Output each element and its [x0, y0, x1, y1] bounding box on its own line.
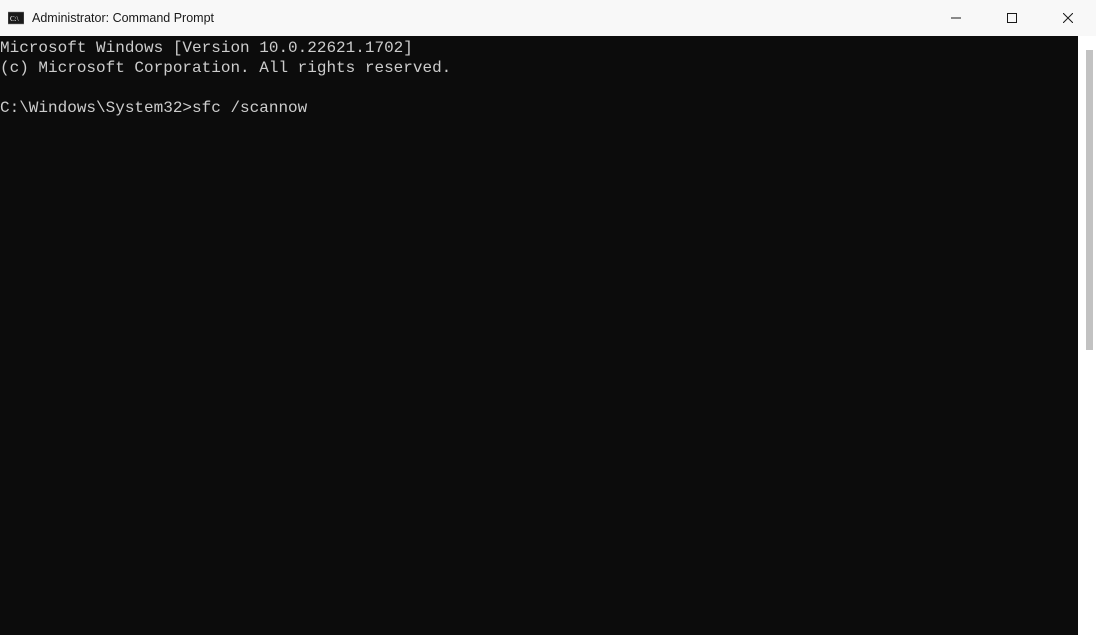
terminal-prompt-line: C:\Windows\System32>sfc /scannow — [0, 99, 307, 117]
terminal-line: Microsoft Windows [Version 10.0.22621.17… — [0, 39, 413, 57]
maximize-icon — [1007, 11, 1017, 26]
cmd-icon: C:\ — [8, 10, 24, 26]
minimize-button[interactable] — [928, 0, 984, 36]
titlebar[interactable]: C:\ Administrator: Command Prompt — [0, 0, 1096, 36]
window-title: Administrator: Command Prompt — [32, 11, 214, 25]
minimize-icon — [951, 11, 961, 26]
window-controls — [928, 0, 1096, 36]
close-button[interactable] — [1040, 0, 1096, 36]
terminal-line: (c) Microsoft Corporation. All rights re… — [0, 59, 451, 77]
terminal-output[interactable]: Microsoft Windows [Version 10.0.22621.17… — [0, 36, 1078, 635]
terminal-container: Microsoft Windows [Version 10.0.22621.17… — [0, 36, 1096, 635]
scrollbar-thumb[interactable] — [1086, 50, 1093, 350]
terminal-prompt: C:\Windows\System32> — [0, 99, 192, 117]
terminal-command: sfc /scannow — [192, 99, 307, 117]
close-icon — [1063, 11, 1073, 26]
maximize-button[interactable] — [984, 0, 1040, 36]
svg-text:C:\: C:\ — [10, 15, 19, 23]
titlebar-left: C:\ Administrator: Command Prompt — [8, 10, 214, 26]
scrollbar-track[interactable] — [1078, 36, 1096, 635]
